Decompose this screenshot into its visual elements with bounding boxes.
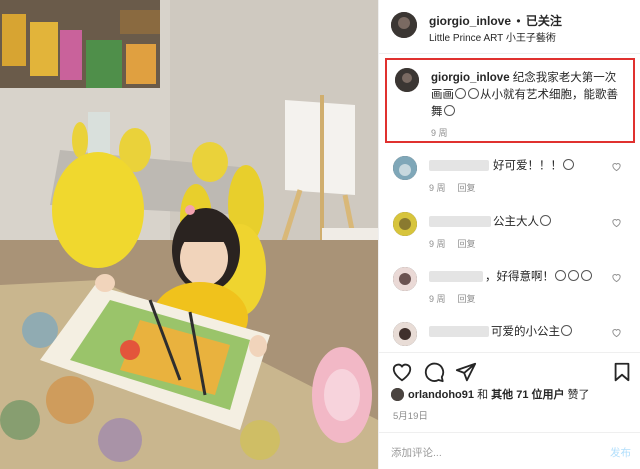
reply-button[interactable]: 回复 (458, 239, 476, 249)
smile-emoji-icon (455, 88, 466, 99)
liker-username[interactable]: orlandoho91 (408, 389, 474, 401)
comment-time[interactable]: 9 周 (429, 294, 446, 304)
heart-icon[interactable] (611, 217, 622, 228)
post-detail-panel: giorgio_inlove • 已关注 Little Prince ART 小… (378, 0, 640, 469)
like-heart-icon[interactable] (391, 361, 413, 383)
heart-eyes-emoji-icon (468, 88, 479, 99)
laughing-emoji-icon (581, 270, 592, 281)
comment-input[interactable]: 添加评论... (391, 445, 442, 460)
comment-text: ，好得意啊！ (485, 268, 593, 284)
heart-eyes-emoji-icon (563, 159, 574, 170)
comment-bubble-icon[interactable] (423, 361, 445, 383)
comment-meta: 9 周 回复 (429, 181, 476, 194)
commenter-avatar[interactable] (393, 212, 417, 236)
comment-item: 公主大人 9 周 回复 (379, 210, 640, 264)
comment-meta: 9 周 回复 (429, 237, 476, 250)
blurred-username (429, 326, 489, 337)
post-header: giorgio_inlove • 已关注 Little Prince ART 小… (379, 0, 640, 54)
post-caption: giorgio_inlove 纪念我家老大第一次画画 从小就有艺术细胞，能歌善舞 … (385, 58, 635, 143)
heart-icon[interactable] (611, 327, 622, 338)
smiling-face-icon (561, 325, 572, 336)
heart-icon[interactable] (611, 161, 622, 172)
commenter-avatar[interactable] (393, 156, 417, 180)
comment-time[interactable]: 9 周 (429, 239, 446, 249)
caption-username[interactable]: giorgio_inlove (431, 72, 510, 84)
likes-suffix: 赞了 (564, 389, 590, 401)
action-bar (379, 352, 640, 386)
reply-button[interactable]: 回复 (458, 294, 476, 304)
caption-time[interactable]: 9 周 (431, 126, 448, 139)
comment-text: 好可爱！！！ (493, 157, 575, 173)
commenter-avatar[interactable] (393, 267, 417, 291)
share-send-icon[interactable] (455, 361, 477, 383)
heart-icon[interactable] (611, 272, 622, 283)
author-avatar[interactable] (391, 12, 417, 38)
liker-avatar[interactable] (391, 388, 404, 401)
comment-item: 好可爱！！！ 9 周 回复 (379, 154, 640, 208)
smile-emoji-icon (540, 215, 551, 226)
likes-summary: orlandoho91 和 其他 71 位用户 赞了 (391, 386, 590, 402)
laughing-emoji-icon (555, 270, 566, 281)
reply-button[interactable]: 回复 (458, 183, 476, 193)
post-photo[interactable] (0, 0, 378, 469)
separator-dot: • (516, 14, 521, 28)
blurred-username (429, 216, 491, 227)
post-comment-button[interactable]: 发布 (610, 445, 631, 460)
caption-author-avatar[interactable] (395, 68, 419, 92)
likes-connector: 和 (474, 389, 492, 401)
post-date[interactable]: 5月19日 (393, 408, 428, 422)
comment-text: 可爱的小公主 (491, 323, 573, 339)
comment-item: ，好得意啊！ 9 周 回复 (379, 265, 640, 319)
author-username[interactable]: giorgio_inlove (429, 14, 511, 28)
commenter-avatar[interactable] (393, 322, 417, 346)
likes-others[interactable]: 其他 71 位用户 (491, 389, 564, 401)
laughing-emoji-icon (443, 105, 455, 116)
author-line: giorgio_inlove • 已关注 (429, 12, 562, 29)
comment-meta: 9 周 回复 (429, 292, 476, 305)
post-photo-image (0, 0, 378, 469)
comment-text: 公主大人 (493, 213, 552, 229)
laughing-emoji-icon (568, 270, 579, 281)
add-comment-bar: 添加评论... 发布 (379, 432, 640, 469)
blurred-username (429, 271, 483, 282)
blurred-username (429, 160, 489, 171)
follow-status-button[interactable]: 已关注 (526, 14, 562, 28)
caption-text: giorgio_inlove 纪念我家老大第一次画画 从小就有艺术细胞，能歌善舞 (431, 70, 627, 121)
bookmark-icon[interactable] (611, 361, 633, 383)
comment-time[interactable]: 9 周 (429, 183, 446, 193)
post-location[interactable]: Little Prince ART 小王子藝術 (429, 29, 556, 44)
